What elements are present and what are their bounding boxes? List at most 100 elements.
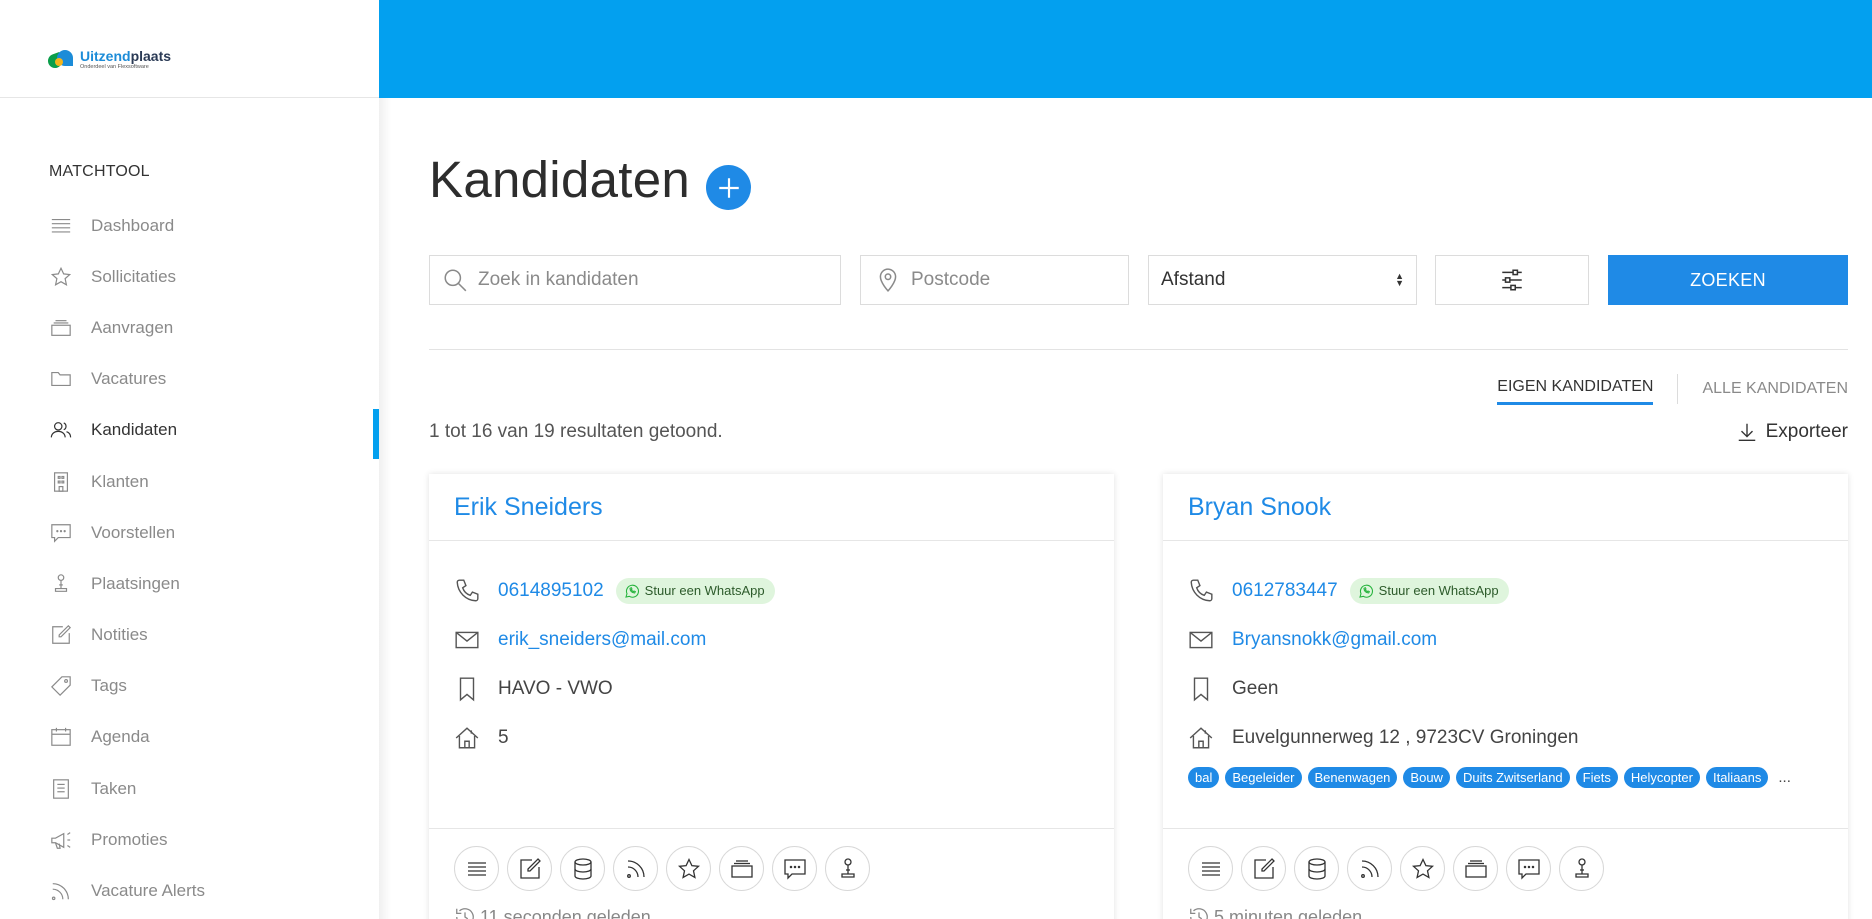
brand-name: Uitzendplaats	[80, 49, 171, 63]
stack-icon	[49, 316, 73, 340]
sidebar-item-label: Notities	[91, 625, 148, 645]
sidebar-item-label: Taken	[91, 778, 137, 798]
sidebar-item-label: Tags	[91, 676, 127, 696]
sidebar-item-voorstellen[interactable]: Voorstellen	[0, 507, 379, 558]
sidebar-section-title: MATCHTOOL	[49, 163, 150, 180]
candidate-name[interactable]: Erik Sneiders	[454, 493, 603, 522]
card-header: Erik Sneiders	[429, 474, 1114, 541]
document-icon	[49, 777, 73, 801]
sidebar-item-taken[interactable]: Taken	[0, 763, 379, 814]
note-action-button[interactable]	[507, 846, 552, 891]
request-action-button[interactable]	[1453, 846, 1498, 891]
placement-action-button[interactable]	[1559, 846, 1604, 891]
tab-all-candidates[interactable]: ALLE KANDIDATEN	[1702, 380, 1848, 404]
filter-button[interactable]	[1435, 255, 1589, 305]
rss-icon	[1360, 859, 1379, 878]
phone-link[interactable]: 0612783447	[1232, 580, 1338, 602]
whatsapp-button[interactable]: Stuur een WhatsApp	[615, 577, 775, 604]
candidate-name[interactable]: Bryan Snook	[1188, 493, 1331, 522]
note-action-button[interactable]	[1241, 846, 1286, 891]
distance-select-value: Afstand	[1161, 269, 1226, 290]
postcode-field	[860, 255, 1129, 305]
favorite-action-button[interactable]	[1400, 846, 1445, 891]
add-candidate-button[interactable]	[706, 165, 751, 210]
tag-badge[interactable]: Duits Zwitserland	[1455, 767, 1570, 788]
database-action-button[interactable]	[1294, 846, 1339, 891]
tab-separator	[1677, 373, 1679, 404]
tab-own-candidates[interactable]: EIGEN KANDIDATEN	[1497, 378, 1654, 405]
candidate-tabs: EIGEN KANDIDATEN ALLE KANDIDATEN	[1497, 373, 1848, 405]
brand-name-part2: plaats	[130, 48, 172, 65]
tag-badge[interactable]: Benenwagen	[1307, 767, 1398, 788]
email-row: Bryansnokk@gmail.com	[1188, 615, 1823, 664]
pin-icon	[1574, 857, 1589, 878]
postcode-input[interactable]	[911, 256, 1128, 304]
search-button[interactable]: ZOEKEN	[1608, 255, 1848, 305]
email-link[interactable]: Bryansnokk@gmail.com	[1232, 629, 1437, 651]
export-button[interactable]: Exporteer	[1736, 421, 1848, 443]
sidebar-item-label: Klanten	[91, 471, 149, 491]
alert-action-button[interactable]	[1347, 846, 1392, 891]
database-action-button[interactable]	[560, 846, 605, 891]
brand-logo[interactable]: Uitzendplaats Onderdeel van Flexsoftware	[46, 48, 171, 72]
favorite-action-button[interactable]	[666, 846, 711, 891]
details-action-button[interactable]	[454, 846, 499, 891]
more-tags-ellipsis[interactable]: ...	[1778, 769, 1791, 786]
tag-badge[interactable]: Begeleider	[1225, 767, 1302, 788]
chat-icon	[49, 521, 73, 545]
tag-badge[interactable]: bal	[1188, 767, 1220, 788]
whatsapp-button[interactable]: Stuur een WhatsApp	[1349, 577, 1509, 604]
sidebar-item-kandidaten[interactable]: Kandidaten	[0, 405, 379, 459]
list-icon	[49, 214, 73, 238]
sidebar-item-aanvragen[interactable]: Aanvragen	[0, 302, 379, 353]
whatsapp-label: Stuur een WhatsApp	[644, 583, 765, 598]
alert-action-button[interactable]	[613, 846, 658, 891]
sidebar-item-promoties[interactable]: Promoties	[0, 814, 379, 865]
phone-link[interactable]: 0614895102	[498, 580, 604, 602]
address-text: 5	[498, 726, 509, 748]
search-input[interactable]	[478, 256, 840, 304]
history-icon	[1190, 908, 1208, 919]
rss-icon	[626, 859, 645, 878]
sidebar-nav: Dashboard Sollicitaties Aanvragen Vacatu…	[0, 200, 379, 917]
last-updated-text: 11 seconden geleden	[480, 906, 651, 919]
sidebar-item-tags[interactable]: Tags	[0, 661, 379, 712]
email-link[interactable]: erik_sneiders@mail.com	[498, 629, 706, 651]
logo-mark-icon	[46, 48, 74, 72]
placement-action-button[interactable]	[825, 846, 870, 891]
history-icon	[456, 908, 474, 919]
tag-icon	[49, 674, 73, 698]
last-updated: 5 minuten geleden	[1163, 891, 1848, 919]
sidebar-item-notities[interactable]: Notities	[0, 610, 379, 661]
sidebar-item-klanten[interactable]: Klanten	[0, 456, 379, 507]
sidebar-item-label: Agenda	[91, 727, 150, 747]
tag-badge[interactable]: Helycopter	[1623, 767, 1700, 788]
search-field	[429, 255, 841, 305]
tag-badge[interactable]: Bouw	[1403, 767, 1450, 788]
address-row: 5	[454, 713, 1089, 762]
tag-badge[interactable]: Fiets	[1575, 767, 1618, 788]
database-icon	[1307, 857, 1326, 880]
sidebar-item-plaatsingen[interactable]: Plaatsingen	[0, 558, 379, 609]
sidebar-item-dashboard[interactable]: Dashboard	[0, 200, 379, 251]
proposal-action-button[interactable]	[772, 846, 817, 891]
sidebar-item-sollicitaties[interactable]: Sollicitaties	[0, 251, 379, 302]
sidebar-item-label: Dashboard	[91, 215, 175, 235]
last-updated: 11 seconden geleden	[429, 891, 1114, 919]
distance-select[interactable]: Afstand ▲ ▼	[1148, 255, 1417, 305]
bookmark-icon	[454, 676, 480, 702]
card-body: 0614895102 Stuur een WhatsApp erik_sneid…	[429, 541, 1114, 829]
tag-badge[interactable]: Italiaans	[1705, 767, 1769, 788]
email-row: erik_sneiders@mail.com	[454, 615, 1089, 664]
proposal-action-button[interactable]	[1506, 846, 1551, 891]
sidebar-item-agenda[interactable]: Agenda	[0, 712, 379, 763]
chat-icon	[1517, 858, 1540, 880]
request-action-button[interactable]	[719, 846, 764, 891]
home-icon	[1188, 725, 1214, 751]
logo-text: Uitzendplaats Onderdeel van Flexsoftware	[80, 49, 171, 71]
details-action-button[interactable]	[1188, 846, 1233, 891]
phone-row: 0612783447 Stuur een WhatsApp	[1188, 566, 1823, 615]
sidebar-item-vacature-alerts[interactable]: Vacature Alerts	[0, 865, 379, 916]
last-updated-text: 5 minuten geleden	[1214, 906, 1363, 919]
sidebar-item-vacatures[interactable]: Vacatures	[0, 354, 379, 405]
